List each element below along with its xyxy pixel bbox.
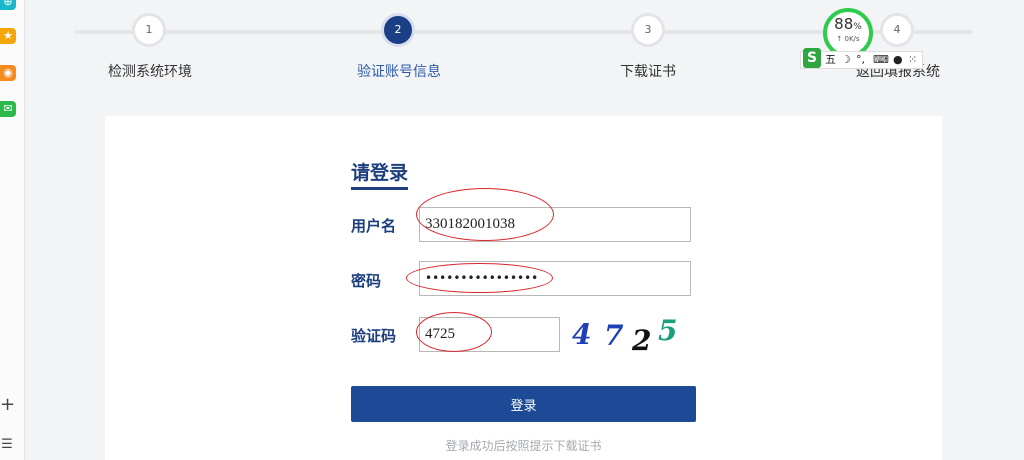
punctuation-icon[interactable]: °, xyxy=(856,52,865,68)
list-icon[interactable]: ☰ xyxy=(0,437,14,452)
mail-icon[interactable]: ✉ xyxy=(0,101,16,117)
speed-rate: ↑ 0K/s xyxy=(836,35,860,43)
globe-icon[interactable]: ⊕ xyxy=(0,0,16,10)
star-icon[interactable]: ★ xyxy=(0,28,16,44)
add-icon[interactable]: + xyxy=(0,396,15,414)
user-icon[interactable]: ● xyxy=(893,52,903,68)
step-1-circle: 1 xyxy=(132,13,166,47)
username-label: 用户名 xyxy=(351,217,397,235)
ime-mode-button[interactable]: 五 xyxy=(825,52,836,68)
moon-icon[interactable]: ☽ xyxy=(841,52,851,68)
weibo-icon[interactable]: ◉ xyxy=(0,65,16,81)
step-1-label: 检测系统环境 xyxy=(108,64,192,80)
login-hint: 登录成功后按照提示下载证书 xyxy=(445,439,602,453)
captcha-char: 5 xyxy=(658,314,678,347)
step-2-label: 验证账号信息 xyxy=(357,64,441,80)
captcha-image[interactable]: 4 7 2 5 xyxy=(570,314,690,357)
login-title: 请登录 xyxy=(351,158,409,190)
captcha-char: 4 xyxy=(572,318,592,351)
ime-toolbar[interactable]: S 五 ☽ °, ⌨ ● ⁙ xyxy=(800,48,923,69)
captcha-char: 7 xyxy=(604,319,624,352)
captcha-field[interactable]: 4725 xyxy=(419,317,560,352)
password-field[interactable]: •••••••••••••••• xyxy=(419,261,691,296)
grid-icon[interactable]: ⁙ xyxy=(908,52,917,68)
speed-percent: 88% xyxy=(834,15,862,33)
username-field[interactable]: 330182001038 xyxy=(419,207,691,242)
step-3-label: 下载证书 xyxy=(620,64,676,80)
password-label: 密码 xyxy=(351,272,382,290)
captcha-label: 验证码 xyxy=(351,327,397,345)
step-3-circle: 3 xyxy=(631,13,665,47)
keyboard-icon[interactable]: ⌨ xyxy=(873,52,889,68)
ime-logo-icon[interactable]: S xyxy=(803,48,821,68)
captcha-char: 2 xyxy=(632,324,652,357)
login-button[interactable]: 登录 xyxy=(351,386,696,422)
left-dock: ⊕ ★ ◉ ✉ + ☰ xyxy=(0,0,25,460)
step-4-circle: 4 xyxy=(880,13,914,47)
step-2-circle: 2 xyxy=(381,13,415,47)
